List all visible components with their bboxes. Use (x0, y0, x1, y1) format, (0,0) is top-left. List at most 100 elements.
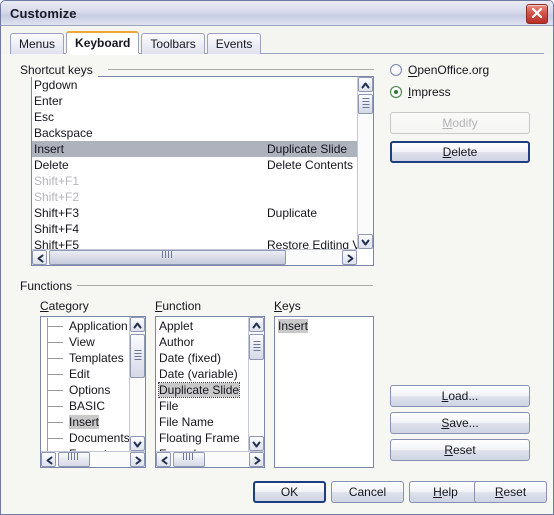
shortcut-key: Enter (34, 94, 63, 108)
scroll-up-icon[interactable] (358, 77, 373, 92)
list-item[interactable]: Date (variable) (156, 366, 249, 382)
list-item-selected[interactable]: Insert (275, 318, 309, 334)
category-rows: Application View Templates Edit Options … (41, 318, 130, 467)
shortcut-keys-list[interactable]: Pgdown Enter Esc Backspace Insert Duplic… (31, 76, 374, 266)
tab-menus[interactable]: Menus (10, 33, 65, 54)
thumb-grip (362, 98, 369, 110)
reset-settings-button[interactable]: Reset (390, 439, 530, 461)
keys-list[interactable]: Insert (274, 316, 374, 468)
scroll-left-icon[interactable] (32, 250, 47, 265)
chevron-left-icon (37, 254, 44, 263)
table-row[interactable]: Delete Delete Contents (32, 157, 358, 173)
table-row[interactable]: Shift+F1 (32, 173, 358, 189)
load-button[interactable]: Load... (390, 385, 530, 407)
function-list[interactable]: Applet Author Date (fixed) Date (variabl… (155, 316, 265, 468)
list-item[interactable]: Floating Frame (156, 430, 249, 446)
tab-toolbars[interactable]: Toolbars (141, 33, 205, 54)
shortcut-list-hscrollbar[interactable] (32, 249, 357, 265)
table-row[interactable]: Pgdown (32, 77, 358, 93)
scroll-down-icon[interactable] (249, 436, 264, 451)
close-icon[interactable] (526, 4, 548, 24)
shortcut-command: Duplicate Slide (267, 142, 348, 156)
list-item[interactable]: Application (41, 318, 130, 334)
close-x-glyph (531, 7, 543, 19)
radio-label-impress: Impress (408, 85, 451, 99)
function-vscrollbar[interactable] (248, 317, 264, 451)
list-item[interactable]: Author (156, 334, 249, 350)
cancel-button[interactable]: Cancel (331, 481, 404, 503)
table-row[interactable]: Shift+F4 (32, 221, 358, 237)
list-item[interactable]: Templates (41, 350, 130, 366)
save-button[interactable]: Save... (390, 412, 530, 434)
tab-events[interactable]: Events (206, 33, 262, 54)
category-list[interactable]: Application View Templates Edit Options … (40, 316, 146, 468)
scroll-left-icon[interactable] (41, 452, 56, 467)
tab-keyboard[interactable]: Keyboard (66, 31, 140, 55)
category-label: Category (40, 299, 89, 313)
function-hscrollbar[interactable] (156, 451, 264, 467)
chevron-up-icon (252, 322, 261, 329)
shortcut-command: Delete Contents (267, 158, 354, 172)
ok-button[interactable]: OK (253, 481, 326, 503)
chevron-up-icon (133, 322, 142, 329)
chevron-right-icon (254, 456, 261, 465)
radio-impress[interactable]: Impress (390, 85, 451, 99)
shortcut-list-vscrollbar[interactable] (357, 77, 373, 249)
scroll-right-icon[interactable] (342, 250, 357, 265)
scroll-thumb-vertical[interactable] (358, 94, 373, 114)
delete-button[interactable]: Delete (390, 141, 530, 163)
chevron-right-icon (135, 456, 142, 465)
function-item-label: Floating Frame (159, 431, 240, 445)
list-item[interactable]: Options (41, 382, 130, 398)
shortcut-key: Shift+F1 (34, 174, 80, 188)
table-row-selected[interactable]: Insert Duplicate Slide (32, 141, 358, 157)
category-item-label: View (69, 335, 95, 349)
shortcut-key: Shift+F3 (34, 206, 80, 220)
title-bar: Customize (1, 1, 553, 26)
scroll-up-icon[interactable] (249, 317, 264, 332)
chevron-right-icon (347, 254, 354, 263)
radio-openoffice[interactable]: OpenOffice.org (390, 63, 489, 77)
list-item[interactable]: File (156, 398, 249, 414)
chevron-down-icon (361, 239, 370, 246)
category-item-label: Documents (69, 431, 130, 445)
list-item[interactable]: BASIC (41, 398, 130, 414)
list-item[interactable]: Edit (41, 366, 130, 382)
scroll-right-icon[interactable] (130, 452, 145, 467)
table-row[interactable]: Shift+F3 Duplicate (32, 205, 358, 221)
scroll-thumb-horizontal[interactable] (173, 452, 205, 467)
keys-item-label: Insert (278, 319, 309, 333)
function-item-label: Date (variable) (159, 367, 238, 381)
reset-button[interactable]: Reset (474, 481, 547, 503)
list-item[interactable]: View (41, 334, 130, 350)
list-item[interactable]: File Name (156, 414, 249, 430)
category-vscrollbar[interactable] (129, 317, 145, 451)
scroll-thumb-horizontal[interactable] (49, 250, 286, 265)
table-row[interactable]: Enter (32, 93, 358, 109)
customize-dialog: Customize Menus Keyboard Toolbars Events… (0, 0, 554, 515)
list-item[interactable]: Documents (41, 430, 130, 446)
function-item-label: File Name (159, 415, 214, 429)
scroll-right-icon[interactable] (249, 452, 264, 467)
table-row[interactable]: Backspace (32, 125, 358, 141)
scroll-thumb-vertical[interactable] (130, 334, 145, 378)
scroll-thumb-vertical[interactable] (249, 334, 264, 360)
help-button[interactable]: Help (409, 481, 482, 503)
list-item[interactable]: Date (fixed) (156, 350, 249, 366)
category-item-label: Application (69, 319, 128, 333)
table-row[interactable]: Esc (32, 109, 358, 125)
thumb-grip (183, 452, 195, 467)
scroll-left-icon[interactable] (156, 452, 171, 467)
table-row[interactable]: Shift+F2 (32, 189, 358, 205)
category-hscrollbar[interactable] (41, 451, 145, 467)
scroll-down-icon[interactable] (130, 436, 145, 451)
scroll-down-icon[interactable] (358, 234, 373, 249)
scroll-up-icon[interactable] (130, 317, 145, 332)
list-item[interactable]: Applet (156, 318, 249, 334)
function-label: Function (155, 299, 202, 313)
list-item-selected[interactable]: Insert (41, 414, 130, 430)
list-item-selected[interactable]: Duplicate Slide (156, 382, 249, 398)
thumb-grip (161, 250, 174, 265)
scroll-thumb-horizontal[interactable] (58, 452, 90, 467)
shortcut-key: Delete (34, 158, 69, 172)
